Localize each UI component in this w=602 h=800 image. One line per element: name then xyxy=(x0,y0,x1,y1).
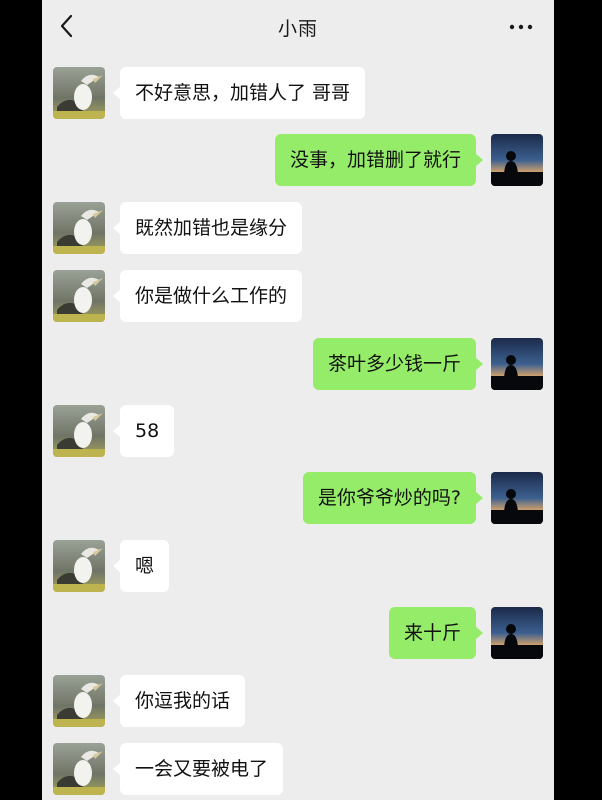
outgoing-message-bubble[interactable]: 是你爷爷炒的吗? xyxy=(302,472,484,524)
chat-header: 小雨 xyxy=(42,0,554,54)
incoming-message-bubble[interactable]: 嗯 xyxy=(112,540,170,592)
incoming-message-bubble[interactable]: 你逗我的话 xyxy=(112,675,246,727)
outgoing-message-bubble[interactable]: 没事，加错删了就行 xyxy=(274,134,484,186)
chat-screen: 小雨 不好意思，加错人了 哥哥 没事，加错删了就行 既然加错也是缘分 你是做什么… xyxy=(42,0,554,800)
chat-title: 小雨 xyxy=(277,18,318,40)
my-avatar[interactable] xyxy=(491,338,543,390)
contact-avatar[interactable] xyxy=(53,270,105,322)
incoming-message-bubble[interactable]: 你是做什么工作的 xyxy=(112,270,303,322)
incoming-message-bubble[interactable]: 58 xyxy=(112,405,175,457)
contact-avatar[interactable] xyxy=(53,540,105,592)
incoming-message-bubble[interactable]: 一会又要被电了 xyxy=(112,743,284,795)
incoming-message-bubble[interactable]: 不好意思，加错人了 哥哥 xyxy=(112,67,366,119)
incoming-message-bubble[interactable]: 既然加错也是缘分 xyxy=(112,202,303,254)
more-dots-icon[interactable] xyxy=(508,22,534,32)
contact-avatar[interactable] xyxy=(53,67,105,119)
my-avatar[interactable] xyxy=(491,472,543,524)
contact-avatar[interactable] xyxy=(53,675,105,727)
contact-avatar[interactable] xyxy=(53,743,105,795)
outgoing-message-bubble[interactable]: 茶叶多少钱一斤 xyxy=(312,338,484,390)
contact-avatar[interactable] xyxy=(53,405,105,457)
my-avatar[interactable] xyxy=(491,134,543,186)
my-avatar[interactable] xyxy=(491,607,543,659)
contact-avatar[interactable] xyxy=(53,202,105,254)
outgoing-message-bubble[interactable]: 来十斤 xyxy=(388,607,484,659)
